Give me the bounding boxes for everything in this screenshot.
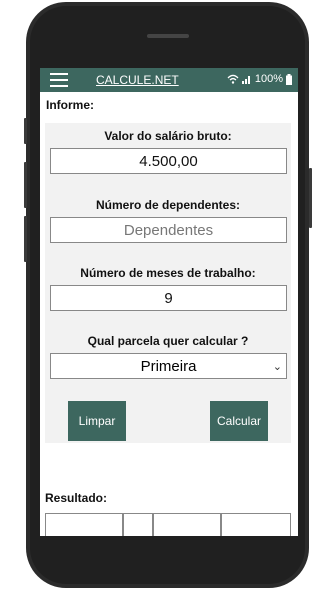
battery-icon	[286, 73, 292, 85]
clear-button[interactable]: Limpar	[68, 401, 126, 441]
dependents-label: Número de dependentes:	[95, 198, 241, 212]
status-bar: 100%	[227, 73, 292, 85]
phone-screen: CALCULE.NET 100% Informe: Valor do salár…	[40, 68, 298, 536]
phone-side-button	[24, 216, 27, 262]
calculate-button[interactable]: Calcular	[210, 401, 268, 441]
calculator-form: Valor do salário bruto: 4.500,00 Número …	[45, 123, 291, 443]
result-table-cell	[221, 513, 291, 536]
result-label: Resultado:	[45, 491, 108, 505]
months-input[interactable]: 9	[50, 285, 287, 311]
chevron-down-icon: ⌄	[272, 361, 282, 373]
installment-select[interactable]: Primeira ⌄	[50, 353, 287, 379]
salary-label: Valor do salário bruto:	[104, 129, 232, 143]
form-header: Informe:	[46, 98, 94, 112]
phone-side-button	[24, 162, 27, 208]
app-bar: CALCULE.NET 100%	[40, 68, 298, 92]
phone-side-button	[309, 168, 312, 228]
installment-label: Qual parcela quer calcular ?	[87, 334, 249, 348]
app-title[interactable]: CALCULE.NET	[96, 73, 179, 87]
result-table	[45, 513, 291, 536]
phone-side-button	[24, 118, 27, 144]
dependents-input[interactable]: Dependentes	[50, 217, 287, 243]
wifi-icon	[227, 74, 239, 84]
signal-icon	[241, 76, 250, 84]
battery-text: 100%	[254, 73, 283, 85]
menu-icon[interactable]	[50, 73, 68, 87]
result-table-cell	[45, 513, 123, 536]
result-table-cell	[153, 513, 221, 536]
result-table-cell	[123, 513, 153, 536]
installment-selected: Primeira	[140, 358, 197, 375]
months-label: Número de meses de trabalho:	[80, 266, 256, 280]
salary-input[interactable]: 4.500,00	[50, 148, 287, 174]
phone-speaker	[147, 34, 189, 38]
